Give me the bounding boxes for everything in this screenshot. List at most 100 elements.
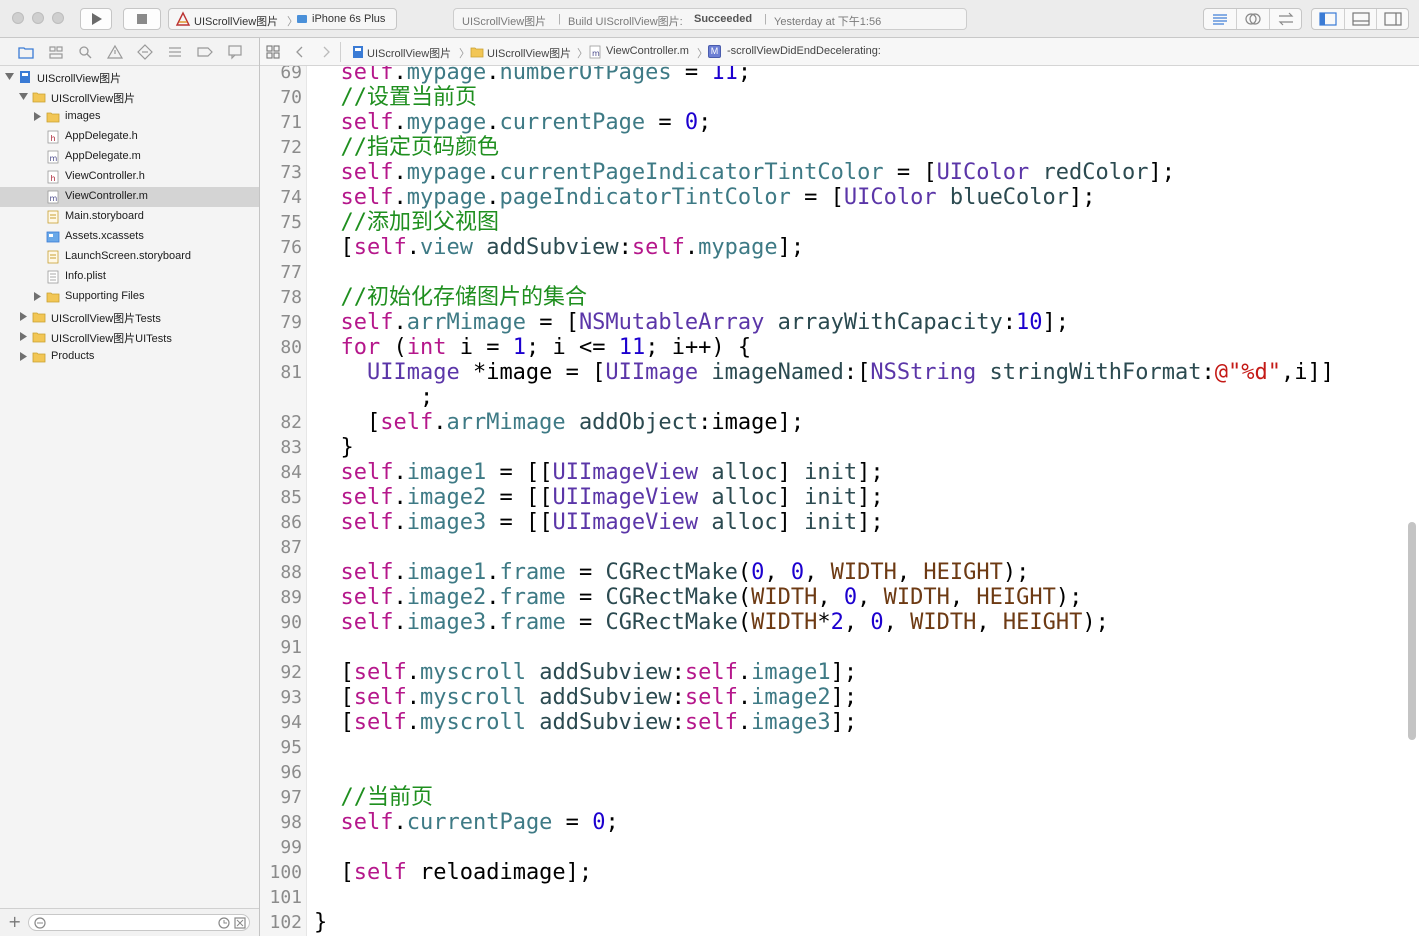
code-line[interactable] [314,885,341,910]
code-line[interactable]: [self.view addSubview:self.mypage]; [314,235,805,260]
modified-files-icon[interactable] [233,916,247,930]
code-line[interactable]: //初始化存储图片的集合 [314,285,588,310]
disclosure-closed-icon[interactable] [19,312,28,321]
back-arrow-icon[interactable] [294,45,306,59]
search-icon[interactable] [76,43,94,61]
breakpoint-icon[interactable] [196,43,214,61]
report-icon[interactable] [226,43,244,61]
code-line[interactable]: //当前页 [314,785,434,810]
code-line[interactable]: for (int i = 1; i <= 11; i++) { [314,335,752,360]
code-line[interactable]: self.image2 = [[UIImageView alloc] init]… [314,485,884,510]
zoom-window-button[interactable] [52,12,64,24]
navigator-item[interactable]: Assets.xcassets [0,227,259,247]
disclosure-closed-icon[interactable] [33,112,42,121]
activity-viewer: UIScrollView图片 | Build UIScrollView图片: S… [453,8,967,30]
navigator-item[interactable]: UIScrollView图片 [0,87,259,107]
code-line[interactable]: [self reloadimage]; [314,860,593,885]
recent-files-icon[interactable] [217,916,231,930]
version-editor-button[interactable] [1270,9,1303,29]
code-line[interactable]: self.image3 = [[UIImageView alloc] init]… [314,510,884,535]
code-line[interactable] [314,260,341,285]
minimize-window-button[interactable] [32,12,44,24]
code-line[interactable]: self.image2.frame = CGRectMake(WIDTH, 0,… [314,585,1083,610]
code-line[interactable]: [self.myscroll addSubview:self.image2]; [314,685,858,710]
forward-arrow-icon[interactable] [320,45,332,59]
navigator-item[interactable]: UIScrollView图片 [0,67,259,87]
run-button[interactable] [80,8,112,30]
code-line[interactable]: [self.myscroll addSubview:self.image1]; [314,660,858,685]
code-line[interactable]: ; [314,385,433,410]
svg-text:m: m [50,194,58,203]
vertical-scrollbar[interactable] [1408,522,1416,740]
close-window-button[interactable] [12,12,24,24]
navigator-item[interactable]: Main.storyboard [0,207,259,227]
navigator-item[interactable]: images [0,107,259,127]
code-line[interactable]: self.image3.frame = CGRectMake(WIDTH*2, … [314,610,1109,635]
disclosure-closed-icon[interactable] [19,352,28,361]
symbol-navigator-icon[interactable] [47,43,65,61]
debug-navigator-icon[interactable] [166,43,184,61]
folder-icon[interactable] [17,43,35,61]
code-line[interactable] [314,635,341,660]
jump-crumb-method[interactable]: -scrollViewDidEndDecelerating: [727,45,881,57]
disclosure-open-icon[interactable] [19,92,28,101]
header-file-icon: h [47,170,59,184]
disclosure-open-icon[interactable] [5,72,14,81]
assistant-editor-button[interactable] [1237,9,1270,29]
disclosure-closed-icon[interactable] [33,292,42,301]
view-toggle-control [1311,8,1409,30]
jump-crumb-project[interactable]: UIScrollView图片 [367,45,451,61]
scheme-selector[interactable]: UIScrollView图片 〉 iPhone 6s Plus [168,8,397,30]
standard-editor-button[interactable] [1204,9,1237,29]
code-line[interactable] [314,760,341,785]
navigator-item[interactable]: h AppDelegate.h [0,127,259,147]
code-line[interactable]: self.mypage.currentPageIndicatorTintColo… [314,160,1176,185]
line-number: 76 [280,237,302,258]
line-number: 74 [280,187,302,208]
filter-field[interactable] [28,914,250,931]
code-line[interactable]: //设置当前页 [314,85,478,110]
code-line[interactable]: self.mypage.pageIndicatorTintColor = [UI… [314,185,1096,210]
jump-crumb-file[interactable]: ViewController.m [606,45,689,57]
navigator-item[interactable]: UIScrollView图片Tests [0,307,259,327]
navigator-item[interactable]: Info.plist [0,267,259,287]
code-line[interactable]: self.image1 = [[UIImageView alloc] init]… [314,460,884,485]
storyboard-icon [47,210,59,224]
code-line[interactable]: //添加到父视图 [314,210,500,235]
navigator-item[interactable]: Supporting Files [0,287,259,307]
code-line[interactable] [314,835,341,860]
navigator-item[interactable]: UIScrollView图片UITests [0,327,259,347]
code-line[interactable] [314,535,341,560]
navigator-item[interactable]: Products [0,347,259,367]
source-editor[interactable]: self.mypage.numberOfPages = 11; //设置当前页 … [307,66,1419,936]
toggle-navigator-button[interactable] [1312,9,1345,29]
code-line[interactable]: [self.myscroll addSubview:self.image3]; [314,710,858,735]
navigator-item[interactable]: m AppDelegate.m [0,147,259,167]
code-line[interactable]: self.arrMimage = [NSMutableArray arrayWi… [314,310,1070,335]
add-icon[interactable]: + [8,912,21,931]
jump-crumb-group[interactable]: UIScrollView图片 [487,45,571,61]
toggle-debug-area-button[interactable] [1345,9,1377,29]
line-number: 87 [280,537,302,558]
related-items-icon[interactable] [266,45,280,59]
disclosure-closed-icon[interactable] [19,332,28,341]
code-line[interactable]: self.mypage.numberOfPages = 11; [314,66,752,85]
navigator-item[interactable]: m ViewController.m [0,187,259,207]
navigator-item[interactable]: LaunchScreen.storyboard [0,247,259,267]
code-line[interactable]: self.image1.frame = CGRectMake(0, 0, WID… [314,560,1030,585]
stop-button[interactable] [123,8,161,30]
toggle-utilities-button[interactable] [1377,9,1410,29]
code-line[interactable] [314,735,341,760]
navigator-item-label: ViewController.m [65,190,148,202]
warning-icon[interactable] [106,43,124,61]
code-line[interactable]: UIImage *image = [UIImage imageNamed:[NS… [314,360,1334,385]
code-line[interactable]: } [314,910,327,935]
code-line[interactable]: self.currentPage = 0; [314,810,619,835]
navigator-item[interactable]: h ViewController.h [0,167,259,187]
code-line[interactable]: [self.arrMimage addObject:image]; [314,410,804,435]
code-line[interactable]: self.mypage.currentPage = 0; [314,110,712,135]
line-number-gutter: 69 70 71 72 73 74 75 76 77 78 79 80 81 82 83 84 85 86 87 88… [260,66,307,936]
test-diamond-icon[interactable] [136,43,154,61]
code-line[interactable]: //指定页码颜色 [314,135,500,160]
code-line[interactable]: } [314,435,354,460]
